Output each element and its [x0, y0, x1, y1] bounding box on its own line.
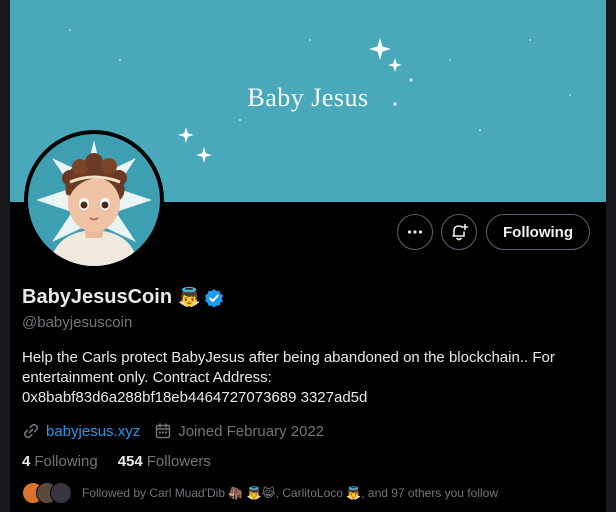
- bio-line: 0x8babf83d6a288bf18eb4464727073689 3327a…: [22, 389, 368, 406]
- followers-label: Followers: [146, 453, 211, 470]
- followed-by-text[interactable]: Followed by Carl Muad'Dib 🦣 👼😹, CarlitoL…: [82, 486, 498, 500]
- avatar-illustration: [28, 134, 160, 266]
- profile-avatar[interactable]: [24, 130, 164, 270]
- following-count-link[interactable]: 4 Following: [22, 453, 98, 470]
- more-options-button[interactable]: [397, 214, 433, 250]
- following-label: Following: [34, 453, 98, 470]
- website-link[interactable]: babyjesus.xyz: [46, 423, 140, 440]
- left-edge: [0, 0, 10, 512]
- bio-line: entertainment only. Contract Address:: [22, 369, 272, 386]
- sparkle-icon: [388, 58, 402, 72]
- user-handle: @babyjesuscoin: [22, 314, 133, 331]
- verified-badge-icon[interactable]: [204, 288, 224, 308]
- profile-meta: babyjesus.xyz Joined February 2022: [22, 422, 324, 440]
- calendar-icon: [155, 423, 171, 439]
- notifications-button[interactable]: [441, 214, 477, 250]
- mutual-followers-avatars[interactable]: [22, 482, 74, 504]
- profile-page: Baby Jesus Following BabyJesusCoin 👼 @ba…: [0, 0, 616, 512]
- more-horizontal-icon: [407, 230, 423, 234]
- sparkle-icon: [196, 147, 212, 163]
- display-name-row: BabyJesusCoin 👼: [22, 286, 224, 309]
- bio-line: Help the Carls protect BabyJesus after b…: [22, 349, 555, 366]
- link-icon: [23, 423, 39, 439]
- sparkle-icon: [178, 127, 194, 143]
- following-button[interactable]: Following: [486, 214, 590, 250]
- profile-bio: Help the Carls protect BabyJesus after b…: [22, 348, 597, 408]
- angel-emoji-icon: 👼: [178, 287, 201, 307]
- joined-date: Joined February 2022: [178, 422, 325, 440]
- profile-stats: 4 Following 454 Followers: [22, 453, 231, 470]
- followers-count-link[interactable]: 454 Followers: [118, 453, 211, 470]
- sparkle-icon: [369, 38, 391, 60]
- banner-title: Baby Jesus: [247, 83, 369, 112]
- followed-by-row: Followed by Carl Muad'Dib 🦣 👼😹, CarlitoL…: [22, 482, 498, 504]
- followers-count: 454: [117, 453, 143, 470]
- mini-avatar: [50, 482, 72, 504]
- display-name: BabyJesusCoin: [22, 286, 173, 308]
- right-edge: [606, 0, 616, 512]
- following-count: 4: [22, 453, 31, 470]
- bell-plus-icon: [452, 223, 469, 241]
